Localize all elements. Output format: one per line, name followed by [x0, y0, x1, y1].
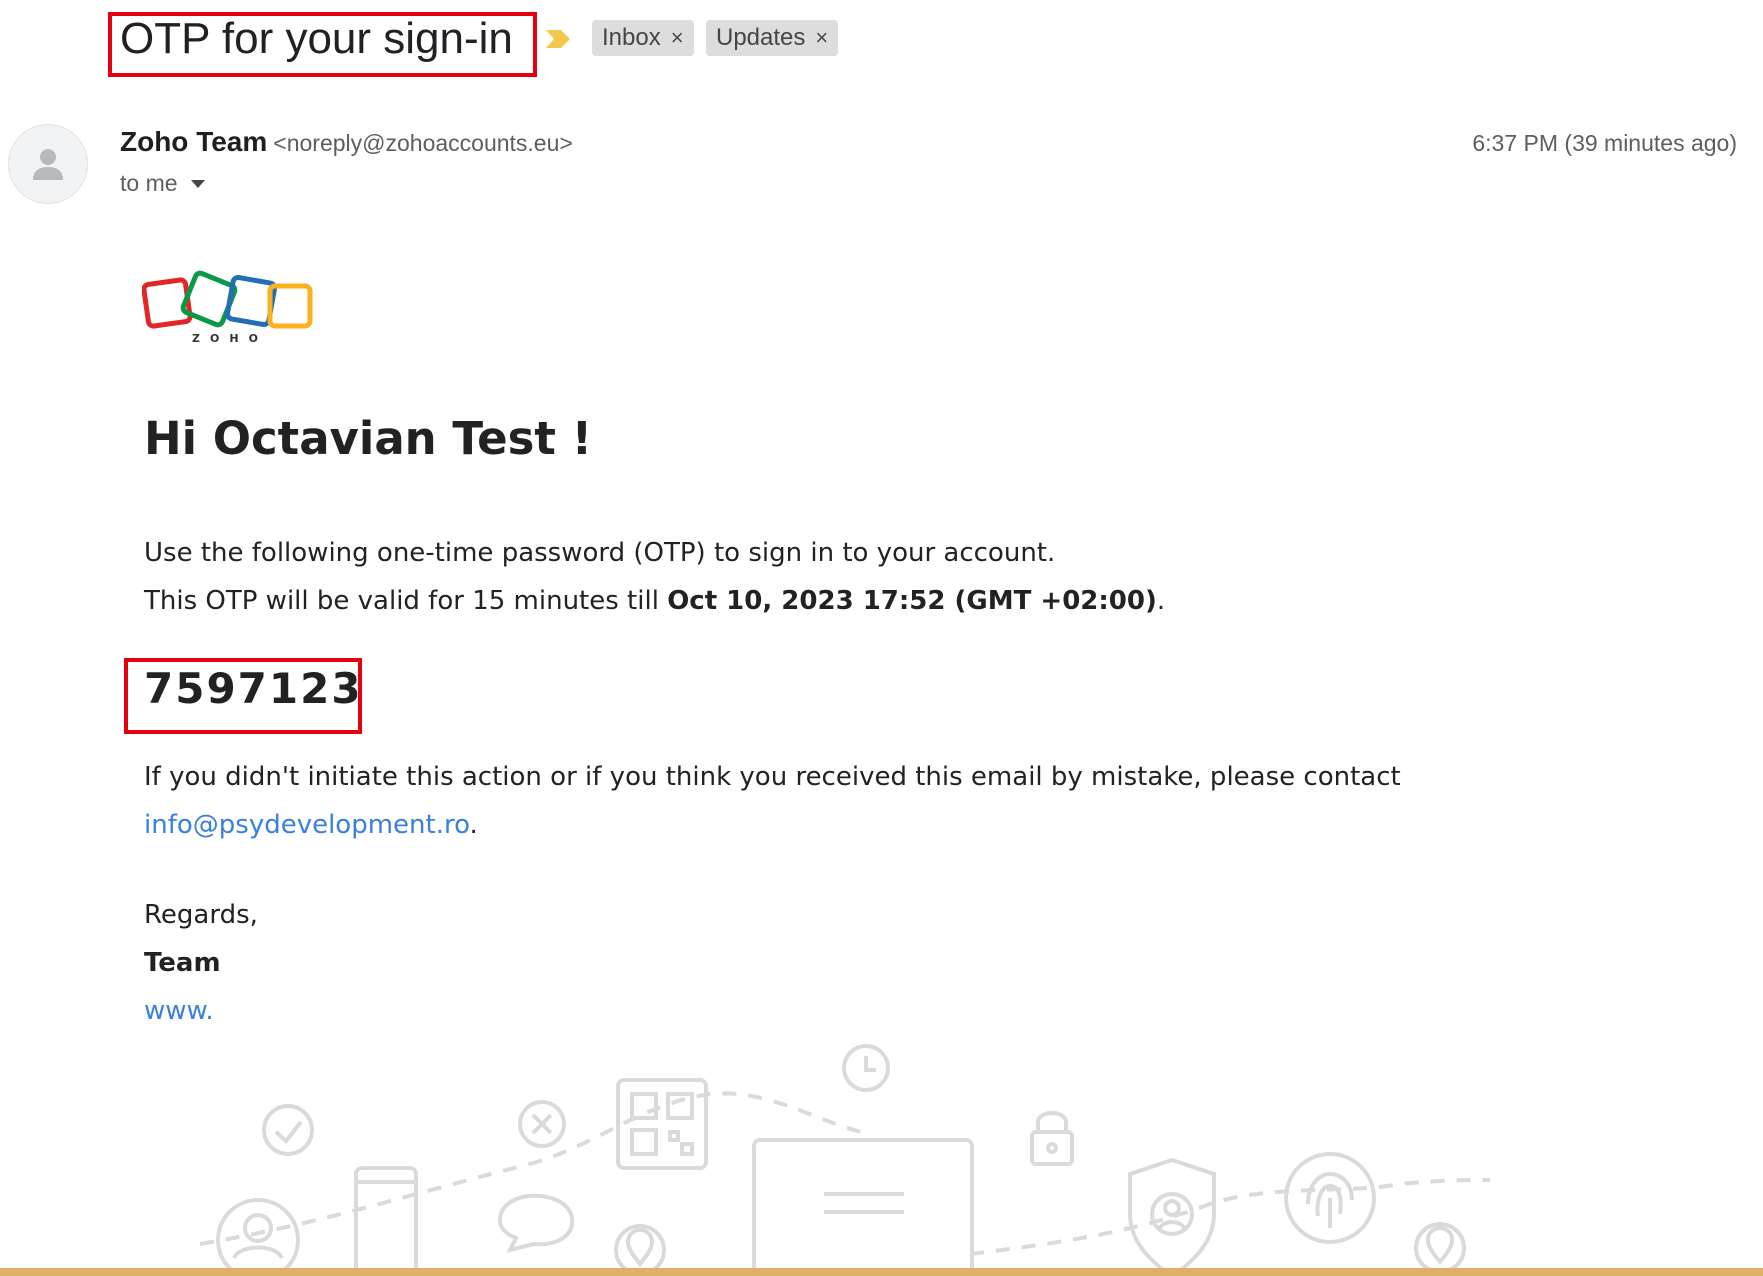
otp-instruction: Use the following one-time password (OTP… [144, 538, 1056, 568]
website-link[interactable]: www. [144, 996, 214, 1026]
validity-deadline: Oct 10, 2023 17:52 (GMT +02:00) [667, 586, 1157, 616]
team-signature: Team [144, 948, 221, 978]
label-chip-text: Inbox [602, 24, 661, 51]
greeting-heading: Hi Octavian Test ! [144, 412, 593, 465]
person-icon [33, 149, 63, 180]
check-circle-icon [262, 1104, 314, 1156]
dashed-path [969, 1178, 1491, 1256]
location-pin-icon [1414, 1222, 1466, 1274]
remove-label-icon[interactable]: × [671, 25, 684, 51]
validity-prefix: This OTP will be valid for 15 minutes ti… [144, 586, 668, 616]
security-illustration [199, 1044, 1491, 1276]
contact-line: info@psydevelopment.ro. [144, 810, 478, 840]
lock-icon [1030, 1111, 1074, 1166]
email-timestamp: 6:37 PM (39 minutes ago) [1472, 130, 1737, 156]
label-chip-updates: Updates × [706, 20, 839, 56]
location-pin-icon [614, 1224, 666, 1276]
zoho-logo-text: ZOHO [192, 332, 268, 345]
recipient-details-toggle[interactable]: to me [120, 170, 206, 197]
fingerprint-icon [1284, 1152, 1376, 1244]
sender-email: <noreply@zohoaccounts.eu> [273, 130, 573, 156]
otp-highlight-box [124, 658, 362, 734]
remove-label-icon[interactable]: × [815, 25, 828, 51]
label-chip-text: Updates [716, 24, 806, 51]
laptop-icon [752, 1138, 974, 1276]
shield-user-icon [1128, 1157, 1216, 1276]
sender-line: Zoho Team <noreply@zohoaccounts.eu> [120, 126, 573, 158]
close-circle-icon [518, 1100, 566, 1148]
validity-suffix: . [1156, 586, 1166, 616]
otp-validity: This OTP will be valid for 15 minutes ti… [144, 586, 1165, 616]
clock-icon [842, 1044, 890, 1092]
smartphone-icon [354, 1166, 418, 1276]
recipient-text: to me [120, 170, 178, 196]
label-chip-inbox: Inbox × [592, 20, 694, 56]
subject-highlight-box [108, 12, 537, 77]
qr-code-icon [616, 1078, 708, 1170]
sender-avatar[interactable] [8, 124, 88, 204]
website-line: www. [144, 996, 214, 1026]
contact-suffix: . [469, 810, 478, 840]
regards-text: Regards, [144, 900, 258, 930]
contact-notice: If you didn't initiate this action or if… [144, 762, 1401, 792]
importance-marker-icon[interactable] [544, 28, 572, 50]
sender-name[interactable]: Zoho Team [120, 126, 267, 157]
chat-bubble-icon [497, 1193, 575, 1253]
bottom-accent-bar [0, 1268, 1763, 1276]
chevron-down-icon[interactable] [190, 179, 206, 189]
zoho-logo: ZOHO [142, 270, 313, 345]
contact-email-link[interactable]: info@psydevelopment.ro [144, 810, 470, 840]
